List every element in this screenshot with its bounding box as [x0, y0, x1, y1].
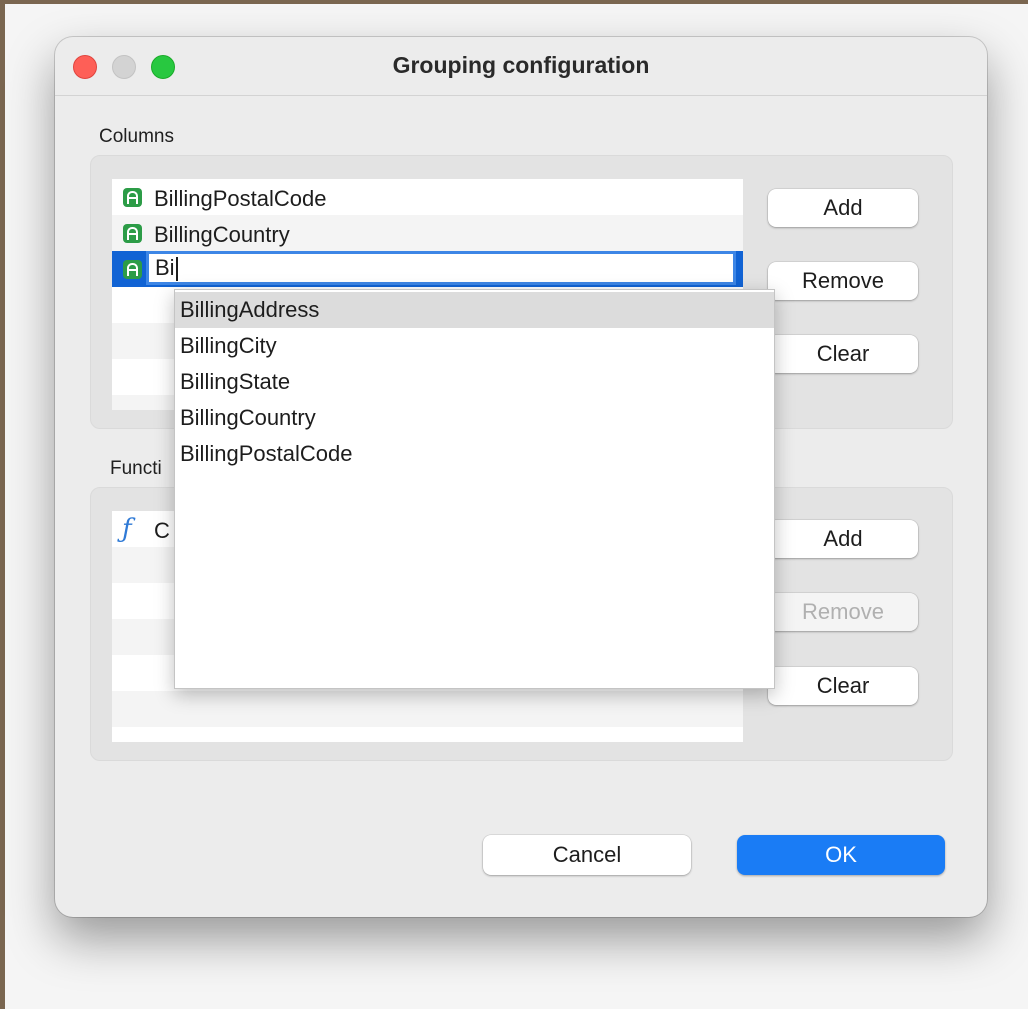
title-bar: Grouping configuration [55, 37, 987, 96]
window-title: Grouping configuration [392, 52, 650, 78]
column-item-label: BillingCountry [154, 222, 290, 247]
autocomplete-item[interactable]: BillingPostalCode [175, 436, 774, 472]
empty-row [112, 691, 743, 727]
functions-section-label: Functi [110, 458, 162, 479]
autocomplete-item[interactable]: BillingCountry [175, 400, 774, 436]
columns-remove-button[interactable]: Remove [768, 262, 918, 300]
functions-add-button[interactable]: Add [768, 520, 918, 558]
functions-clear-button[interactable]: Clear [768, 667, 918, 705]
empty-row [112, 727, 743, 742]
text-caret [175, 257, 178, 282]
list-item[interactable]: BillingCountry [112, 215, 743, 251]
autocomplete-popup: BillingAddress BillingCity BillingState … [174, 289, 775, 689]
list-item[interactable]: BillingPostalCode [112, 179, 743, 215]
autocomplete-item[interactable]: BillingAddress [175, 292, 774, 328]
desktop-frame-top [0, 0, 1028, 4]
column-type-icon [123, 224, 142, 243]
column-name-input-value: Bi [155, 255, 175, 280]
desktop-frame-left [0, 0, 5, 1009]
autocomplete-item[interactable]: BillingState [175, 364, 774, 400]
columns-add-button[interactable]: Add [768, 189, 918, 227]
column-item-label: BillingPostalCode [154, 186, 327, 211]
autocomplete-item[interactable]: BillingCity [175, 328, 774, 364]
columns-section-label: Columns [99, 126, 174, 147]
function-item-label: C [154, 518, 170, 543]
list-item-editing[interactable]: Bi [112, 251, 743, 287]
column-name-input[interactable]: Bi [146, 251, 736, 285]
column-type-icon [123, 188, 142, 207]
functions-remove-button[interactable]: Remove [768, 593, 918, 631]
column-type-icon [123, 260, 142, 279]
cancel-button[interactable]: Cancel [483, 835, 691, 875]
function-icon: ƒ [122, 514, 132, 544]
columns-clear-button[interactable]: Clear [768, 335, 918, 373]
ok-button[interactable]: OK [737, 835, 945, 875]
